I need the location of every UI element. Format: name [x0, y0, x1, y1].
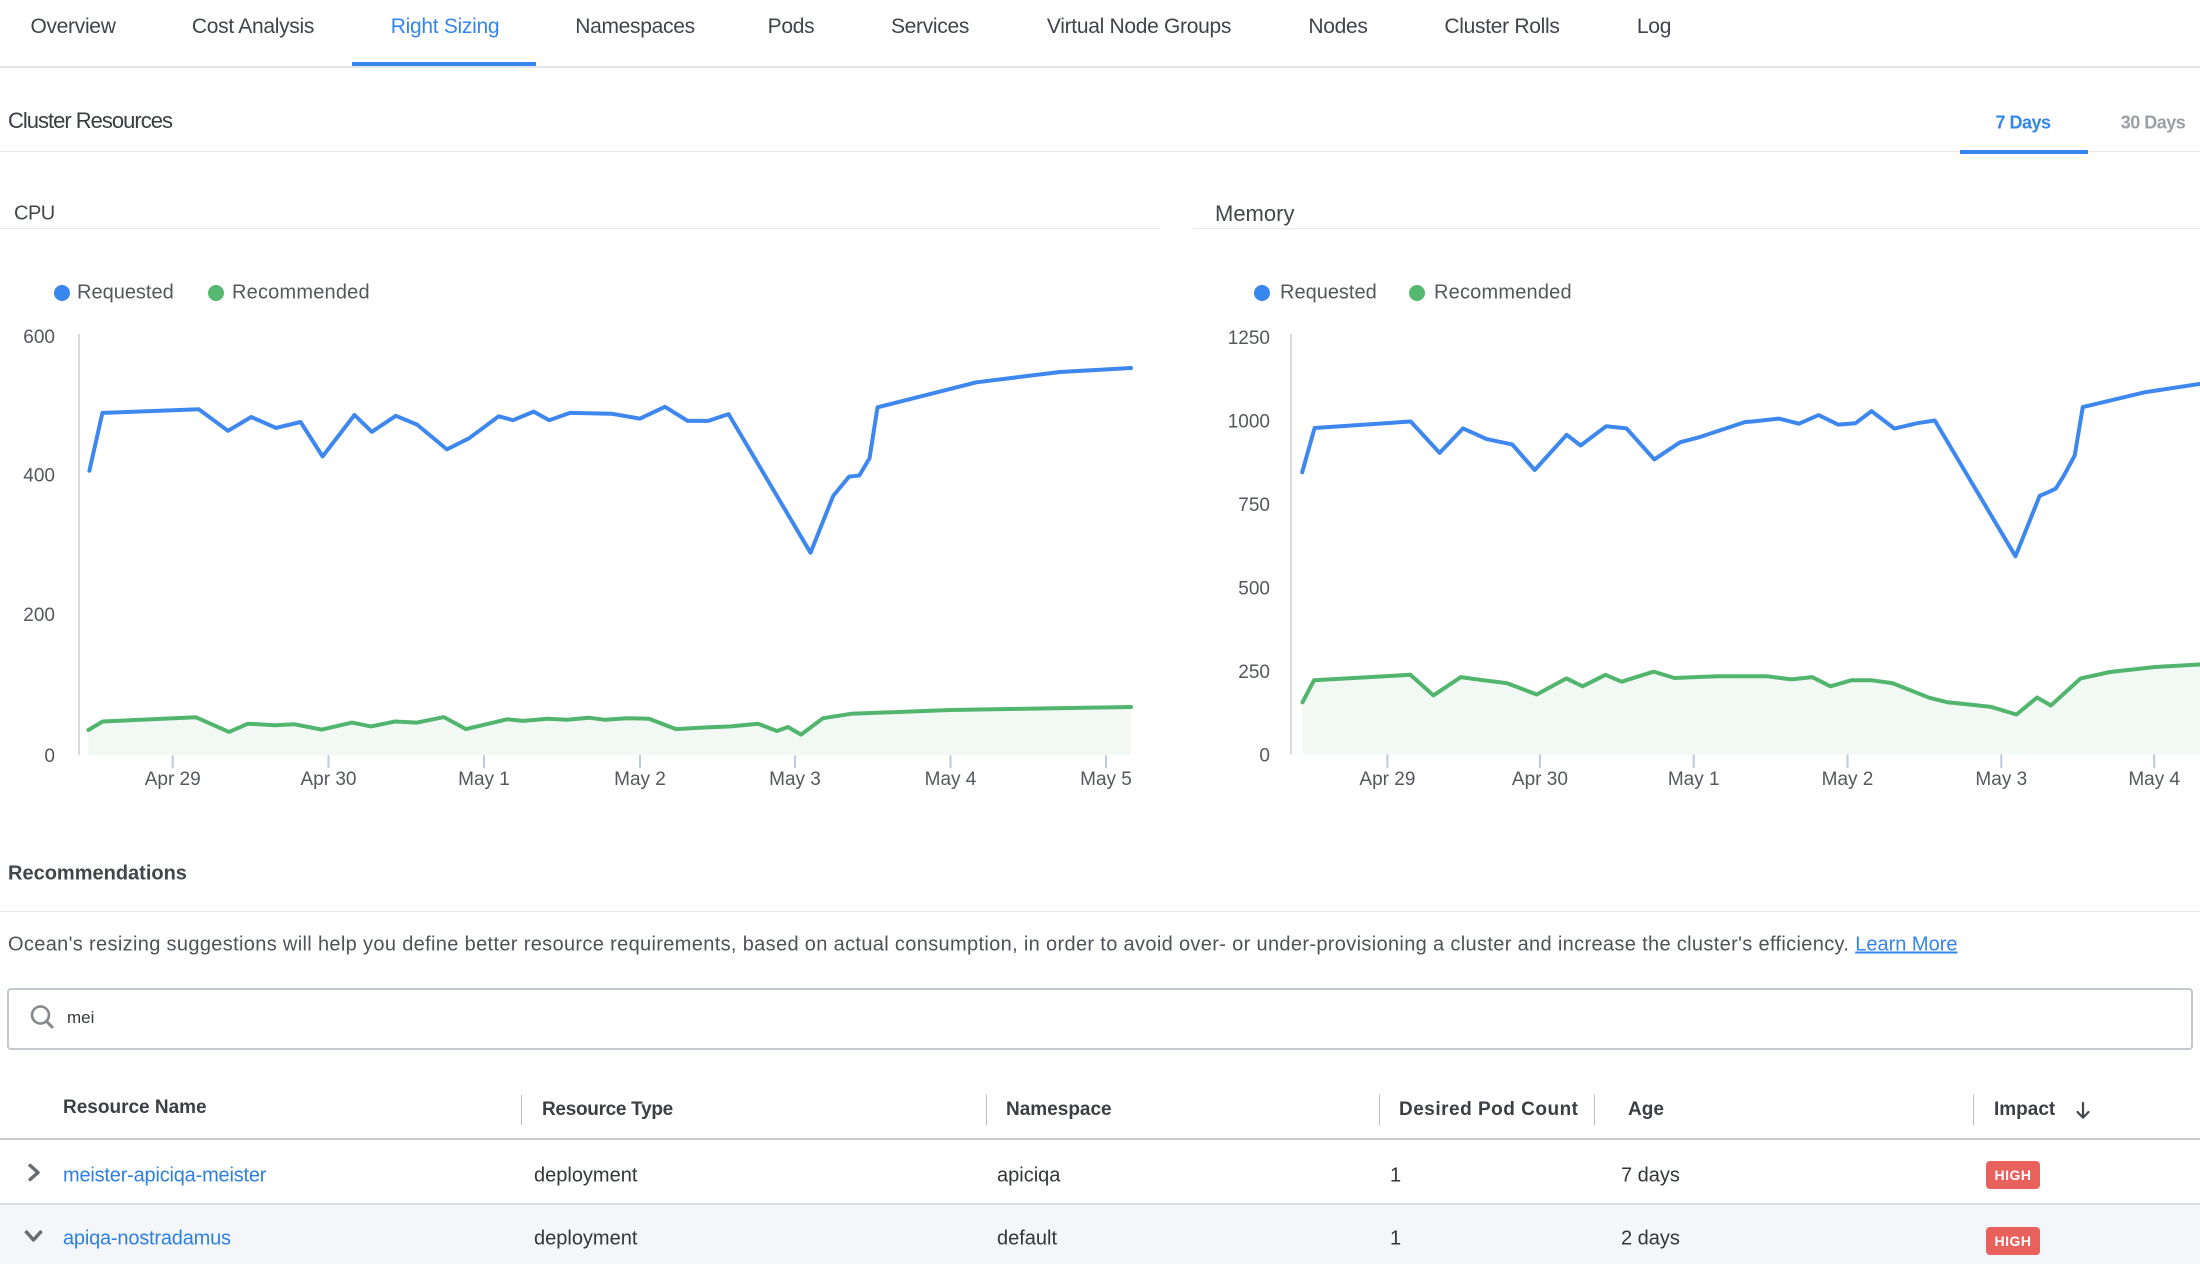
svg-text:1250: 1250	[1228, 328, 1270, 349]
svg-text:750: 750	[1238, 495, 1270, 516]
svg-text:May 3: May 3	[1975, 769, 2027, 790]
svg-text:0: 0	[44, 746, 55, 767]
svg-text:0: 0	[1259, 745, 1270, 766]
svg-text:Apr 29: Apr 29	[1359, 769, 1415, 790]
svg-text:May 3: May 3	[769, 769, 821, 790]
svg-text:Apr 30: Apr 30	[1512, 769, 1568, 790]
svg-text:400: 400	[23, 466, 55, 487]
svg-text:May 4: May 4	[2128, 769, 2180, 790]
svg-text:500: 500	[1238, 578, 1270, 599]
svg-text:May 1: May 1	[458, 769, 510, 790]
svg-text:May 1: May 1	[1668, 769, 1720, 790]
svg-text:250: 250	[1238, 662, 1270, 683]
svg-text:May 2: May 2	[1822, 769, 1874, 790]
svg-text:200: 200	[23, 605, 55, 626]
svg-text:May 4: May 4	[925, 769, 977, 790]
svg-text:1000: 1000	[1228, 412, 1270, 433]
svg-text:Apr 29: Apr 29	[145, 769, 201, 790]
svg-text:600: 600	[23, 327, 55, 348]
svg-text:Apr 30: Apr 30	[301, 769, 357, 790]
svg-text:May 2: May 2	[614, 769, 666, 790]
svg-text:May 5: May 5	[1080, 769, 1132, 790]
